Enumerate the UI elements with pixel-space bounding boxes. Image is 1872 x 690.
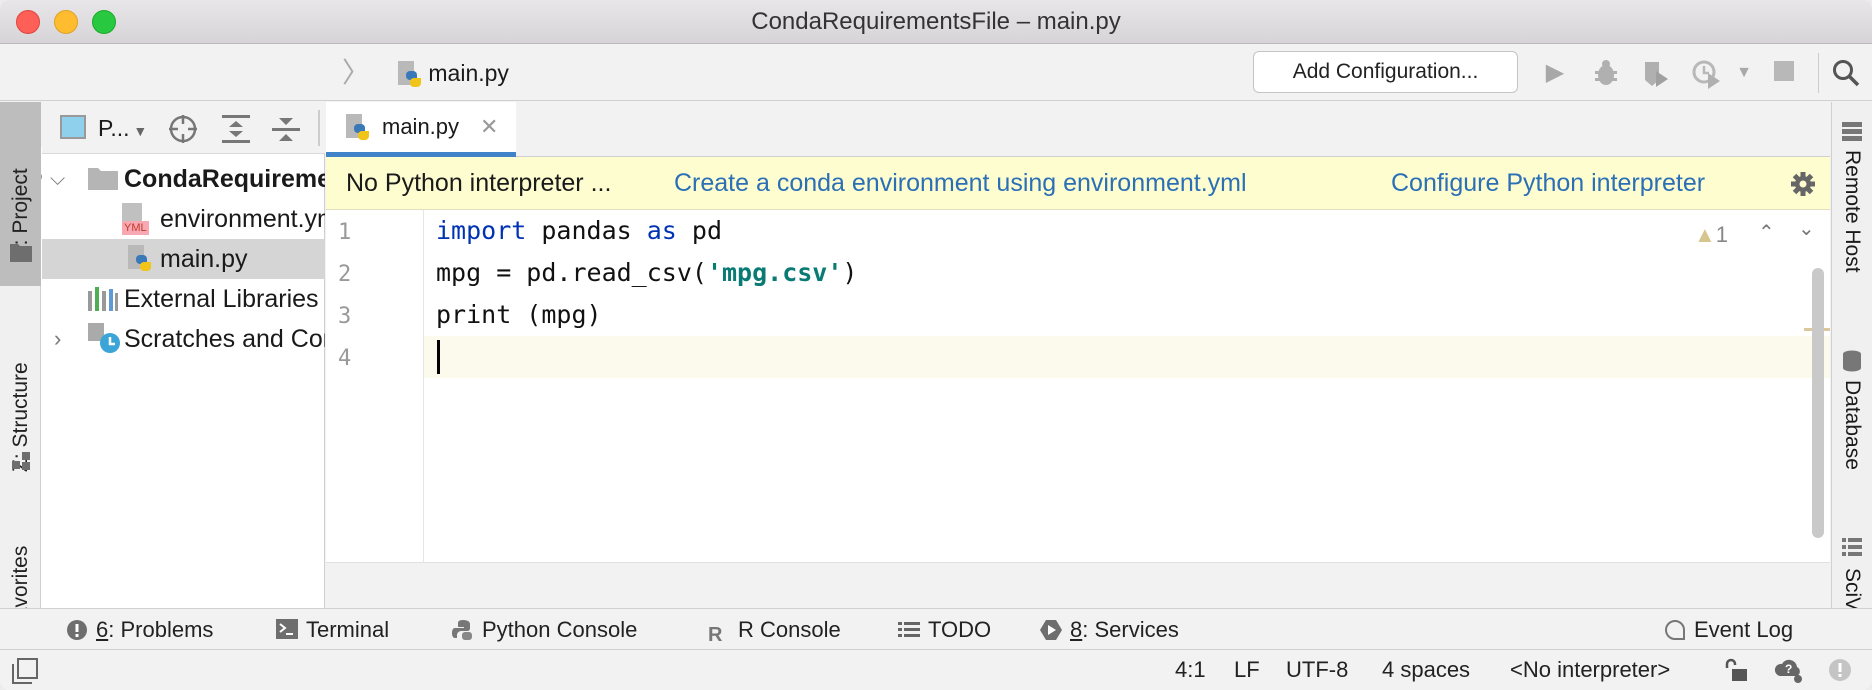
right-tool-stripe: Remote Host Database SciView <box>1831 102 1872 608</box>
locate-icon[interactable] <box>168 114 198 144</box>
project-view-icon <box>60 115 86 139</box>
event-log-icon <box>1665 619 1685 640</box>
notifications-icon[interactable] <box>1828 658 1852 682</box>
left-tool-stripe: 1: Project Z: Structure Favorites <box>0 102 41 608</box>
tool-tab-favorites[interactable]: Favorites <box>0 512 41 608</box>
previous-highlight-icon[interactable]: ⌃ <box>1758 220 1775 245</box>
project-view-selector[interactable]: P... ▼ <box>98 102 147 157</box>
stop-icon[interactable] <box>1770 59 1798 87</box>
todo-icon <box>898 622 920 637</box>
create-conda-env-link[interactable]: Create a conda environment using environ… <box>674 157 1247 209</box>
tree-item-project-root[interactable]: ⌵ CondaRequirementsFile <box>42 159 325 199</box>
tool-window-services[interactable]: 8: Services <box>1040 609 1179 651</box>
tool-window-python-console[interactable]: Python Console <box>452 609 637 651</box>
services-icon <box>1040 620 1062 640</box>
project-panel-toolbar: P... ▼ <box>42 102 325 154</box>
chevron-right-icon[interactable]: › <box>54 319 61 359</box>
title-bar: CondaRequirementsFile – main.py <box>0 0 1872 44</box>
tool-window-todo[interactable]: TODO <box>898 609 991 651</box>
text-caret <box>437 340 440 374</box>
code-line-2: mpg = pd.read_csv('mpg.csv') <box>436 258 858 287</box>
python-icon <box>452 620 472 640</box>
profile-icon[interactable] <box>1692 59 1720 89</box>
server-icon <box>1842 122 1862 141</box>
tool-window-event-log[interactable]: Event Log <box>1664 609 1793 651</box>
next-highlight-icon[interactable]: ⌄ <box>1798 216 1815 241</box>
warning-icon: ▲ <box>1694 222 1716 247</box>
python-file-icon <box>346 114 370 142</box>
dropdown-icon[interactable]: ▼ <box>1730 59 1758 87</box>
line-number-gutter: 1 2 3 4 <box>326 210 424 562</box>
tree-item-external-libraries[interactable]: External Libraries <box>42 279 325 319</box>
terminal-icon <box>276 619 298 639</box>
database-icon <box>1843 350 1861 372</box>
code-editor[interactable]: 1 2 3 4 import pandas as pd mpg = pd.rea… <box>326 210 1830 562</box>
caret-position[interactable]: 4:1 <box>1175 650 1206 690</box>
ide-window: CondaRequirementsFile – main.py CondaReq… <box>0 0 1872 690</box>
close-window-button[interactable] <box>16 10 40 34</box>
sciview-icon <box>1842 538 1862 556</box>
collapse-all-icon[interactable] <box>272 114 300 144</box>
lock-open-icon[interactable] <box>1724 658 1748 682</box>
debug-icon[interactable] <box>1592 59 1620 87</box>
tool-tab-sciview[interactable]: SciView <box>1832 538 1872 608</box>
navigation-bar: CondaRequirementsFile 〉 main.py Add Conf… <box>0 45 1872 653</box>
inspection-widget[interactable]: ▲1 <box>1694 222 1728 248</box>
panel-divider <box>318 110 320 146</box>
folder-icon <box>88 168 118 190</box>
code-line-1: import pandas as pd <box>436 216 722 245</box>
status-bar: 4:1 LF UTF-8 4 spaces <No interpreter> ? <box>0 650 1872 690</box>
vertical-scrollbar[interactable] <box>1812 268 1824 538</box>
tool-tab-remote-host[interactable]: Remote Host <box>1832 122 1872 282</box>
tool-window-terminal[interactable]: Terminal <box>276 609 389 651</box>
python-file-icon <box>128 245 152 273</box>
r-console-icon: R <box>708 624 723 646</box>
window-title: CondaRequirementsFile – main.py <box>751 8 1121 35</box>
interpreter-selector[interactable]: <No interpreter> <box>1510 650 1670 690</box>
add-configuration-button[interactable]: Add Configuration... <box>1253 51 1518 93</box>
cloud-help-icon[interactable]: ? <box>1774 656 1804 684</box>
tree-item-main-py[interactable]: main.py <box>42 239 325 279</box>
toggle-tool-windows-icon[interactable] <box>12 658 38 684</box>
tool-tab-structure[interactable]: Z: Structure <box>0 302 41 492</box>
search-icon[interactable] <box>1832 59 1860 87</box>
zoom-window-button[interactable] <box>92 10 116 34</box>
tab-main-py[interactable]: main.py ✕ <box>326 102 516 157</box>
tool-window-r-console[interactable]: RR Console <box>708 609 841 651</box>
run-icon[interactable]: ▶ <box>1541 59 1569 87</box>
svg-text:?: ? <box>1785 662 1792 676</box>
tool-tab-database[interactable]: Database <box>1832 350 1872 490</box>
gear-icon[interactable] <box>1790 171 1816 197</box>
indent-setting[interactable]: 4 spaces <box>1382 650 1470 690</box>
chevron-down-icon[interactable]: ⌵ <box>50 159 65 199</box>
structure-icon <box>12 452 30 470</box>
configure-interpreter-link[interactable]: Configure Python interpreter <box>1391 157 1705 209</box>
breadcrumb-file[interactable]: main.py <box>398 45 509 101</box>
tool-window-problems[interactable]: 6: Problems <box>66 609 213 651</box>
tool-tab-project[interactable]: 1: Project <box>0 102 41 286</box>
tree-item-scratches[interactable]: › Scratches and Consoles <box>42 319 325 359</box>
libraries-icon <box>88 287 118 311</box>
project-panel: P... ▼ ⌵ CondaRequirementsFile YML envir… <box>42 102 325 608</box>
close-tab-icon[interactable]: ✕ <box>480 102 498 152</box>
problems-icon <box>67 620 87 640</box>
minimize-window-button[interactable] <box>54 10 78 34</box>
current-line-highlight <box>326 336 1830 378</box>
python-file-icon <box>398 60 422 89</box>
tree-item-environment-yml[interactable]: YML environment.yml <box>42 199 325 239</box>
scratches-icon <box>88 323 120 353</box>
line-separator[interactable]: LF <box>1234 650 1260 690</box>
tool-windows-bar: 6: Problems Terminal Python Console RR C… <box>0 608 1872 650</box>
interpreter-warning-banner: No Python interpreter ... Create a conda… <box>326 157 1830 210</box>
editor-tabs: main.py ✕ <box>326 102 1830 157</box>
editor-footer <box>326 562 1830 608</box>
expand-all-icon[interactable] <box>222 114 250 144</box>
coverage-icon[interactable] <box>1642 59 1670 87</box>
breadcrumb-separator-icon: 〉 <box>342 57 371 88</box>
banner-message: No Python interpreter ... <box>346 169 612 197</box>
code-line-3: print (mpg) <box>436 300 602 329</box>
folder-icon <box>10 244 32 262</box>
toolbar-divider <box>1818 53 1819 93</box>
file-encoding[interactable]: UTF-8 <box>1286 650 1348 690</box>
